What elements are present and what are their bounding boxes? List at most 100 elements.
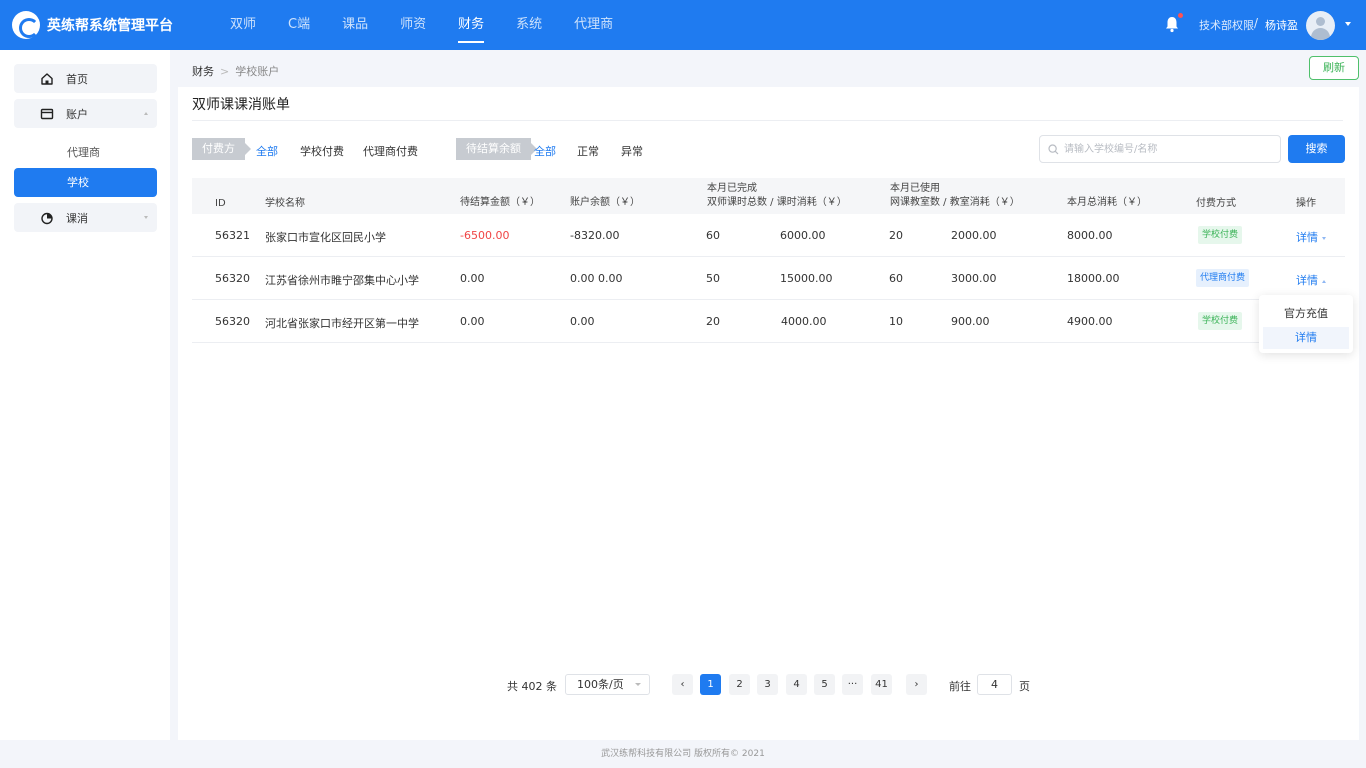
cell-total: 8000.00 <box>1067 229 1113 242</box>
column-header-used-top: 本月已使用 <box>890 183 940 194</box>
column-header-balance: 账户余额（￥） <box>570 197 640 208</box>
sidebar-item-account[interactable]: 账户 <box>14 99 157 128</box>
sidebar-item-label: 课消 <box>66 211 88 225</box>
page-size-select[interactable]: 100条/页 <box>565 674 650 695</box>
cell-pending: 0.00 <box>460 272 485 285</box>
pagination-total: 共 402 条 <box>507 680 557 693</box>
cell-hour-cost: 6000.00 <box>780 229 826 242</box>
page-suffix: 页 <box>1019 680 1030 693</box>
chevron-down-icon <box>1322 236 1326 240</box>
column-header-id: ID <box>215 198 226 209</box>
column-header-total: 本月总消耗（￥） <box>1067 197 1147 208</box>
cell-room-cost: 900.00 <box>951 315 990 328</box>
column-header-done-bottom: 双师课时总数 / 课时消耗（￥） <box>707 197 847 208</box>
cell-name: 张家口市宣化区回民小学 <box>265 231 386 244</box>
filter-payer-school[interactable]: 学校付费 <box>300 143 344 159</box>
divider <box>192 120 1343 121</box>
refresh-button[interactable]: 刷新 <box>1309 56 1359 80</box>
sidebar-item-consume[interactable]: 课消 <box>14 203 157 232</box>
nav-item-system[interactable]: 系统 <box>500 0 558 50</box>
filter-balance-abnormal[interactable]: 异常 <box>621 143 643 159</box>
column-header-pay: 付费方式 <box>1196 198 1236 209</box>
breadcrumb: 财务 > 学校账户 <box>192 63 279 79</box>
main-nav: 双师 C端 课品 师资 财务 系统 代理商 <box>214 0 629 50</box>
goto-page-input[interactable] <box>977 674 1012 695</box>
nav-item-finance[interactable]: 财务 <box>442 0 500 50</box>
page-button-2[interactable]: 2 <box>729 674 750 695</box>
cell-hour-cost: 4000.00 <box>781 315 827 328</box>
user-separator: / <box>1254 16 1259 30</box>
search-box <box>1039 135 1281 163</box>
footer-copyright: 武汉练帮科技有限公司 版权所有© 2021 <box>601 749 765 759</box>
filter-payer-agent[interactable]: 代理商付费 <box>363 143 418 159</box>
sidebar-item-label: 首页 <box>66 72 88 86</box>
cell-balance: -8320.00 <box>570 229 620 242</box>
cell-name: 江苏省徐州市睢宁邵集中心小学 <box>265 274 419 287</box>
search-button[interactable]: 搜索 <box>1288 135 1345 163</box>
filter-label-balance: 待结算余额 <box>456 138 537 160</box>
cell-total: 4900.00 <box>1067 315 1113 328</box>
page-button-4[interactable]: 4 <box>786 674 807 695</box>
page-button-3[interactable]: 3 <box>757 674 778 695</box>
breadcrumb-separator: > <box>220 65 230 78</box>
chevron-down-icon <box>635 683 641 686</box>
column-header-pending: 待结算金额（￥） <box>460 197 540 208</box>
column-header-used-bottom: 网课教室数 / 教室消耗（￥） <box>890 197 1020 208</box>
menu-item-detail[interactable]: 详情 <box>1263 327 1349 349</box>
nav-item-agent[interactable]: 代理商 <box>558 0 629 50</box>
sidebar: 首页 账户 代理商 学校 课消 <box>0 50 170 740</box>
cell-rooms: 60 <box>889 272 903 285</box>
search-icon <box>1048 144 1059 155</box>
app-logo[interactable]: 英练帮系统管理平台 <box>12 11 173 39</box>
nav-item-c-end[interactable]: C端 <box>272 0 326 50</box>
filter-label-payer: 付费方 <box>192 138 251 160</box>
nav-item-shuangshi[interactable]: 双师 <box>214 0 272 50</box>
filter-balance-all[interactable]: 全部 <box>534 143 556 159</box>
prev-page-button[interactable]: ‹ <box>672 674 693 695</box>
page-button-41[interactable]: 41 <box>871 674 892 695</box>
search-input[interactable] <box>1064 139 1274 159</box>
table-row: 56320 河北省张家口市经开区第一中学 0.00 0.00 20 4000.0… <box>192 300 1345 343</box>
chevron-down-icon <box>144 216 148 219</box>
detail-label: 详情 <box>1296 231 1318 244</box>
filter-payer-all[interactable]: 全部 <box>256 143 278 159</box>
sidebar-item-label: 账户 <box>66 107 88 121</box>
menu-item-recharge[interactable]: 官方充值 <box>1263 303 1349 325</box>
column-header-op: 操作 <box>1296 198 1316 209</box>
page-button-5[interactable]: 5 <box>814 674 835 695</box>
app-title: 英练帮系统管理平台 <box>47 18 173 34</box>
nav-item-shizi[interactable]: 师资 <box>384 0 442 50</box>
page-title: 双师课课消账单 <box>192 97 290 113</box>
cell-rooms: 10 <box>889 315 903 328</box>
sidebar-item-agent[interactable]: 代理商 <box>67 144 100 160</box>
nav-item-kepin[interactable]: 课品 <box>326 0 384 50</box>
column-header-done-top: 本月已完成 <box>707 183 757 194</box>
breadcrumb-root[interactable]: 财务 <box>192 65 214 78</box>
goto-label: 前往 <box>949 680 971 693</box>
chevron-up-icon <box>1322 279 1326 283</box>
filter-balance-normal[interactable]: 正常 <box>577 143 599 159</box>
top-bar: 英练帮系统管理平台 双师 C端 课品 师资 财务 系统 代理商 技术部权限 / … <box>0 0 1366 50</box>
page-ellipsis[interactable]: ··· <box>842 674 863 695</box>
cell-hour-cost: 15000.00 <box>780 272 833 285</box>
cell-pending: 0.00 <box>460 315 485 328</box>
page-button-1[interactable]: 1 <box>700 674 721 695</box>
home-icon <box>41 72 53 85</box>
next-page-button[interactable]: › <box>906 674 927 695</box>
pay-badge: 学校付费 <box>1198 226 1243 244</box>
chevron-down-icon[interactable] <box>1345 22 1351 26</box>
table-header: ID 学校名称 待结算金额（￥） 账户余额（￥） 本月已完成 双师课时总数 / … <box>192 178 1345 214</box>
pay-badge: 代理商付费 <box>1196 269 1250 287</box>
cell-hours: 50 <box>706 272 720 285</box>
action-dropdown: 官方充值 详情 <box>1259 295 1353 353</box>
sidebar-item-home[interactable]: 首页 <box>14 64 157 93</box>
user-dept: 技术部权限 <box>1199 19 1254 32</box>
detail-link[interactable]: 详情 <box>1296 272 1326 288</box>
detail-link[interactable]: 详情 <box>1296 229 1326 245</box>
pay-badge: 学校付费 <box>1198 312 1243 330</box>
table-row: 56320 江苏省徐州市睢宁邵集中心小学 0.00 0.00 0.00 50 1… <box>192 257 1345 300</box>
cell-total: 18000.00 <box>1067 272 1120 285</box>
sidebar-item-school[interactable]: 学校 <box>14 168 157 197</box>
avatar[interactable] <box>1306 11 1335 40</box>
breadcrumb-current: 学校账户 <box>235 65 280 78</box>
